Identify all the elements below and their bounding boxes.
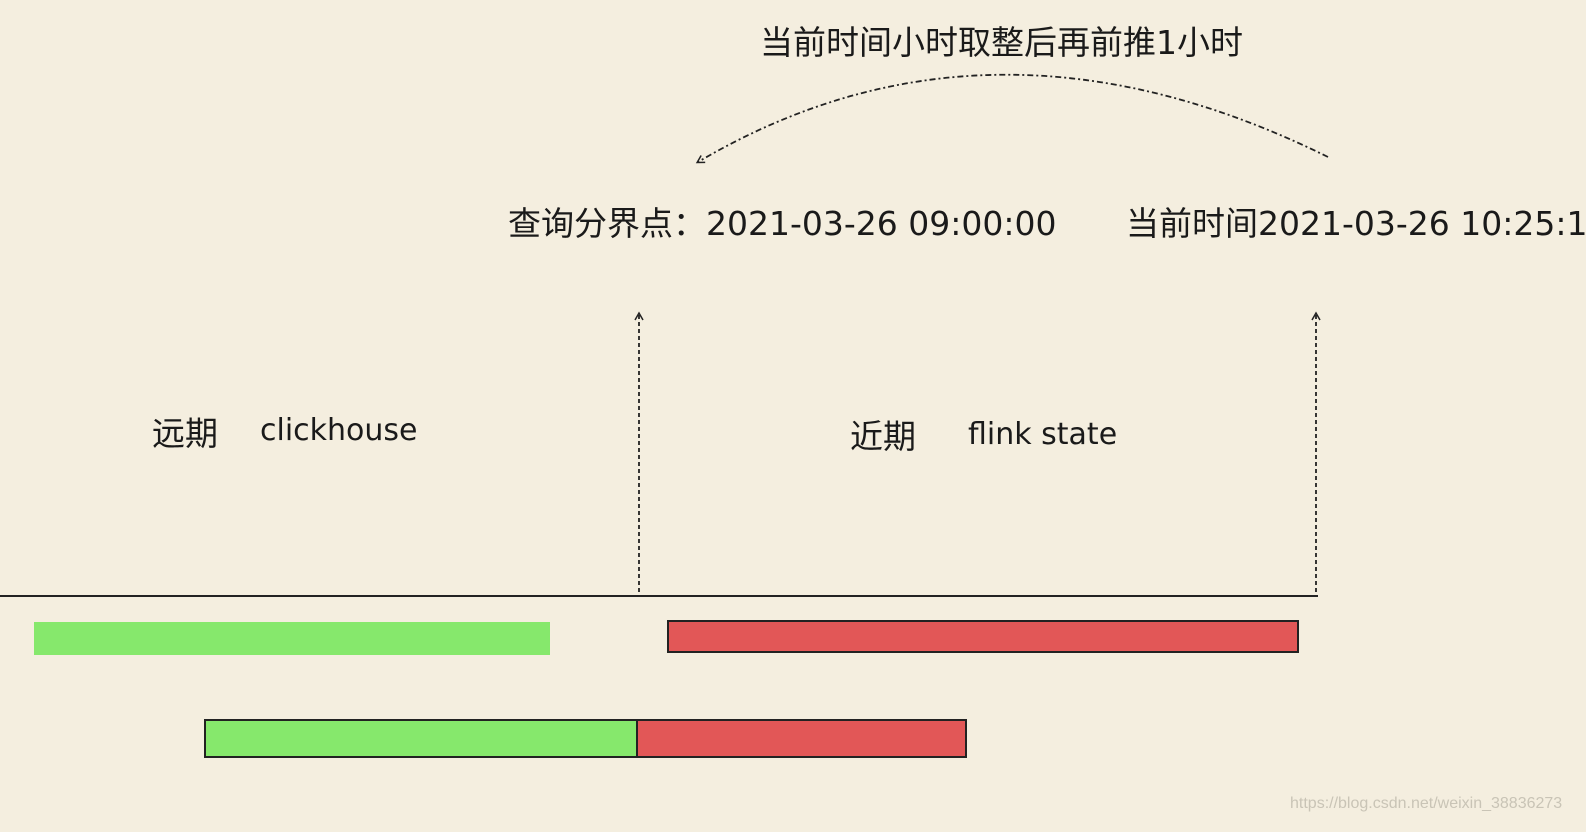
shift-back-arc-arrow (695, 73, 1329, 164)
combined-bar-realtime-part (636, 719, 967, 758)
combined-bar-historical-part (204, 719, 638, 758)
historical-query-bar (34, 622, 550, 655)
current-time-label: 当前时间2021-03-26 10:25:10 (1126, 204, 1586, 243)
long-term-label: 远期 (152, 414, 218, 453)
short-term-label: 近期 (850, 417, 916, 456)
shift-back-caption: 当前时间小时取整后再前推1小时 (760, 23, 1243, 62)
realtime-query-bar (667, 620, 1299, 653)
diagram-canvas (0, 73, 1329, 758)
short-term-store-label: flink state (968, 417, 1118, 452)
long-term-store-label: clickhouse (260, 413, 418, 448)
source-watermark: https://blog.csdn.net/weixin_38836273 (1290, 795, 1563, 812)
query-cutoff-label: 查询分界点：2021-03-26 09:00:00 (508, 204, 1057, 243)
